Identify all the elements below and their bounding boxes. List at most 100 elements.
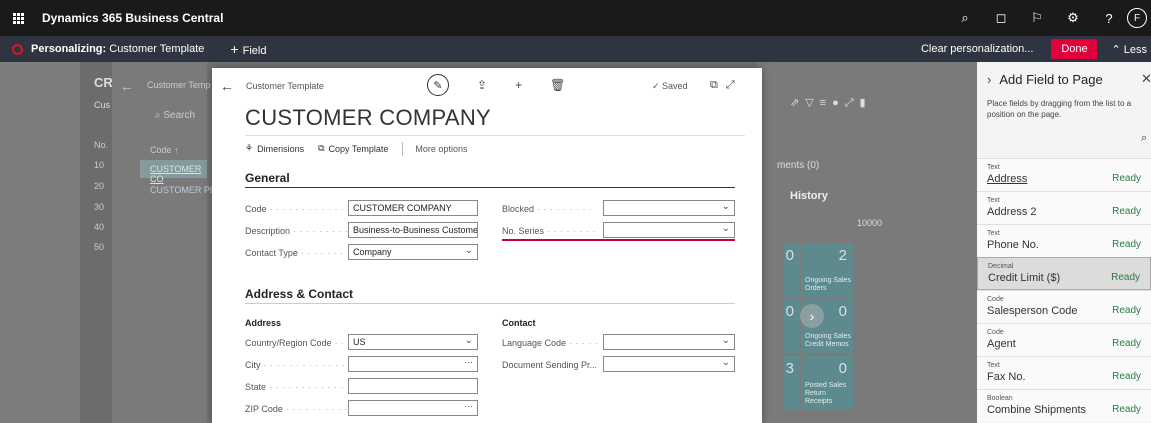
field-name: Combine Shipments bbox=[987, 404, 1087, 416]
general-section-heading[interactable]: General bbox=[245, 171, 290, 185]
personalize-bar: Personalizing: Customer Template + Field … bbox=[0, 36, 1151, 62]
clear-personalization-link[interactable]: Clear personalization... bbox=[921, 43, 1034, 55]
share-icon[interactable]: ⇪ bbox=[477, 78, 487, 92]
field-name: Agent bbox=[987, 338, 1016, 350]
city-label: City · · · · · · · · · · · · · · · · bbox=[245, 360, 365, 370]
ellipsis-icon[interactable]: ··· bbox=[464, 357, 473, 367]
background-tile: 0 bbox=[784, 299, 800, 353]
blocked-label-text: Blocked bbox=[502, 204, 535, 214]
background-search: ⌕ Search bbox=[155, 110, 195, 121]
state-field[interactable] bbox=[348, 378, 478, 394]
field-status: Ready bbox=[1112, 239, 1141, 250]
field-list-item-selected[interactable]: Decimal Credit Limit ($) Ready bbox=[977, 257, 1151, 290]
field-type: Text bbox=[987, 230, 1000, 237]
field-list-item[interactable]: Code Agent Ready bbox=[977, 323, 1151, 356]
new-icon[interactable]: + bbox=[515, 78, 522, 92]
open-new-window-icon[interactable]: ⧉ bbox=[710, 79, 726, 91]
dimensions-action[interactable]: ⚘ Dimensions bbox=[245, 143, 304, 154]
language-select[interactable]: ⌄ bbox=[603, 334, 735, 350]
field-name[interactable]: Address bbox=[987, 173, 1027, 185]
background-list-breadcrumb: Customer Temp bbox=[147, 80, 211, 90]
chevron-right-icon[interactable]: › bbox=[987, 72, 991, 87]
field-list-item[interactable]: Code Salesperson Code Ready bbox=[977, 290, 1151, 323]
background-amount: 10000 bbox=[857, 218, 883, 228]
country-select[interactable]: US ⌄ bbox=[348, 334, 478, 350]
flag-icon[interactable]: ⚐ bbox=[1019, 0, 1055, 36]
divider bbox=[402, 141, 404, 156]
less-button[interactable]: ⌃ Less bbox=[1111, 43, 1147, 56]
done-button[interactable]: Done bbox=[1051, 39, 1098, 59]
notifications-icon[interactable]: ◻ bbox=[983, 0, 1019, 36]
blocked-label: Blocked · · · · · · · · · bbox=[502, 204, 593, 214]
copy-template-action[interactable]: ⧉ Copy Template bbox=[318, 143, 388, 154]
field-type: Code bbox=[987, 329, 1004, 336]
tile-label: Ongoing Sales Orders bbox=[805, 277, 851, 292]
code-field[interactable]: CUSTOMER COMPANY bbox=[348, 200, 478, 216]
contact-type-select[interactable]: Company ⌄ bbox=[348, 244, 478, 260]
app-launcher-icon[interactable] bbox=[0, 0, 36, 36]
edit-icon[interactable]: ✎ bbox=[427, 74, 449, 96]
background-page-code: CR bbox=[94, 75, 113, 90]
field-list-item[interactable]: Text Address 2 Ready bbox=[977, 191, 1151, 224]
field-type: Text bbox=[987, 197, 1000, 204]
city-label-text: City bbox=[245, 360, 261, 370]
background-number: 30 bbox=[94, 202, 105, 212]
field-type: Boolean bbox=[987, 395, 1013, 402]
doc-sending-select[interactable]: ⌄ bbox=[603, 356, 735, 372]
chevron-down-icon: ⌄ bbox=[721, 223, 730, 234]
search-icon[interactable]: ⌕ bbox=[1141, 132, 1147, 145]
plus-icon: + bbox=[230, 41, 239, 57]
field-list-item[interactable]: Boolean Combine Shipments Ready bbox=[977, 389, 1151, 422]
background-number: 50 bbox=[94, 242, 105, 252]
tile-label: Ongoing Sales Credit Memos bbox=[805, 333, 851, 348]
copy-icon: ⧉ bbox=[318, 143, 325, 153]
description-field[interactable]: Business-to-Business Customer (B bbox=[348, 222, 478, 238]
field-list-item[interactable]: Text Fax No. Ready bbox=[977, 356, 1151, 389]
more-options-action[interactable]: More options bbox=[415, 144, 467, 154]
city-field[interactable]: ··· bbox=[348, 356, 478, 372]
personalizing-page: Customer Template bbox=[109, 43, 205, 55]
background-search-label: Search bbox=[163, 110, 196, 121]
address-subheading: Address bbox=[245, 318, 282, 328]
add-field-pane: › Add Field to Page ✕ Place fields by dra… bbox=[977, 62, 1151, 423]
chevron-right-icon: › bbox=[800, 304, 824, 328]
chevron-down-icon: ⌄ bbox=[464, 335, 473, 346]
address-contact-section-heading[interactable]: Address & Contact bbox=[245, 287, 353, 301]
field-status: Ready bbox=[1112, 371, 1141, 382]
state-label-text: State bbox=[245, 382, 267, 392]
background-number: 40 bbox=[94, 222, 105, 232]
tile-label: Posted Sales Return Receipts bbox=[805, 382, 847, 405]
chevron-down-icon: ⌄ bbox=[721, 201, 730, 212]
settings-icon[interactable]: ⚙ bbox=[1055, 0, 1091, 36]
country-value: US bbox=[353, 337, 366, 347]
field-list-item[interactable]: Text Address Ready bbox=[977, 158, 1151, 191]
background-number: 10 bbox=[94, 160, 105, 170]
chevron-up-icon: ⌃ bbox=[1111, 43, 1121, 56]
help-icon[interactable]: ? bbox=[1091, 0, 1127, 36]
ellipsis-icon[interactable]: ··· bbox=[464, 401, 473, 411]
chevron-down-icon: ⌄ bbox=[721, 357, 730, 368]
back-arrow-icon[interactable]: ← bbox=[220, 78, 234, 94]
add-field-button[interactable]: + Field bbox=[230, 41, 270, 57]
close-icon[interactable]: ✕ bbox=[1141, 71, 1151, 87]
no-series-select[interactable]: ⌄ bbox=[603, 222, 735, 238]
field-name: Address 2 bbox=[987, 206, 1037, 218]
search-icon[interactable]: ⌕ bbox=[947, 0, 983, 36]
tile-number: 2 bbox=[838, 247, 847, 264]
dimensions-label: Dimensions bbox=[257, 143, 305, 154]
tile-number: 3 bbox=[785, 360, 794, 377]
zip-field[interactable]: ··· bbox=[348, 400, 478, 416]
code-label-text: Code bbox=[245, 204, 267, 214]
background-number: 20 bbox=[94, 181, 105, 191]
blocked-select[interactable]: ⌄ bbox=[603, 200, 735, 216]
background-history-title: History bbox=[790, 190, 828, 202]
doc-sending-label: Document Sending Pr... bbox=[502, 360, 598, 370]
background-no-header: No. bbox=[94, 140, 109, 150]
app-title[interactable]: Dynamics 365 Business Central bbox=[42, 11, 223, 25]
drop-target-indicator bbox=[502, 239, 735, 241]
field-list-item[interactable]: Text Phone No. Ready bbox=[977, 224, 1151, 257]
delete-icon[interactable]: 🗑︎ bbox=[550, 78, 565, 92]
expand-icon[interactable]: ⤢ bbox=[726, 79, 743, 91]
field-type: Text bbox=[987, 362, 1000, 369]
avatar[interactable]: F bbox=[1127, 8, 1147, 28]
